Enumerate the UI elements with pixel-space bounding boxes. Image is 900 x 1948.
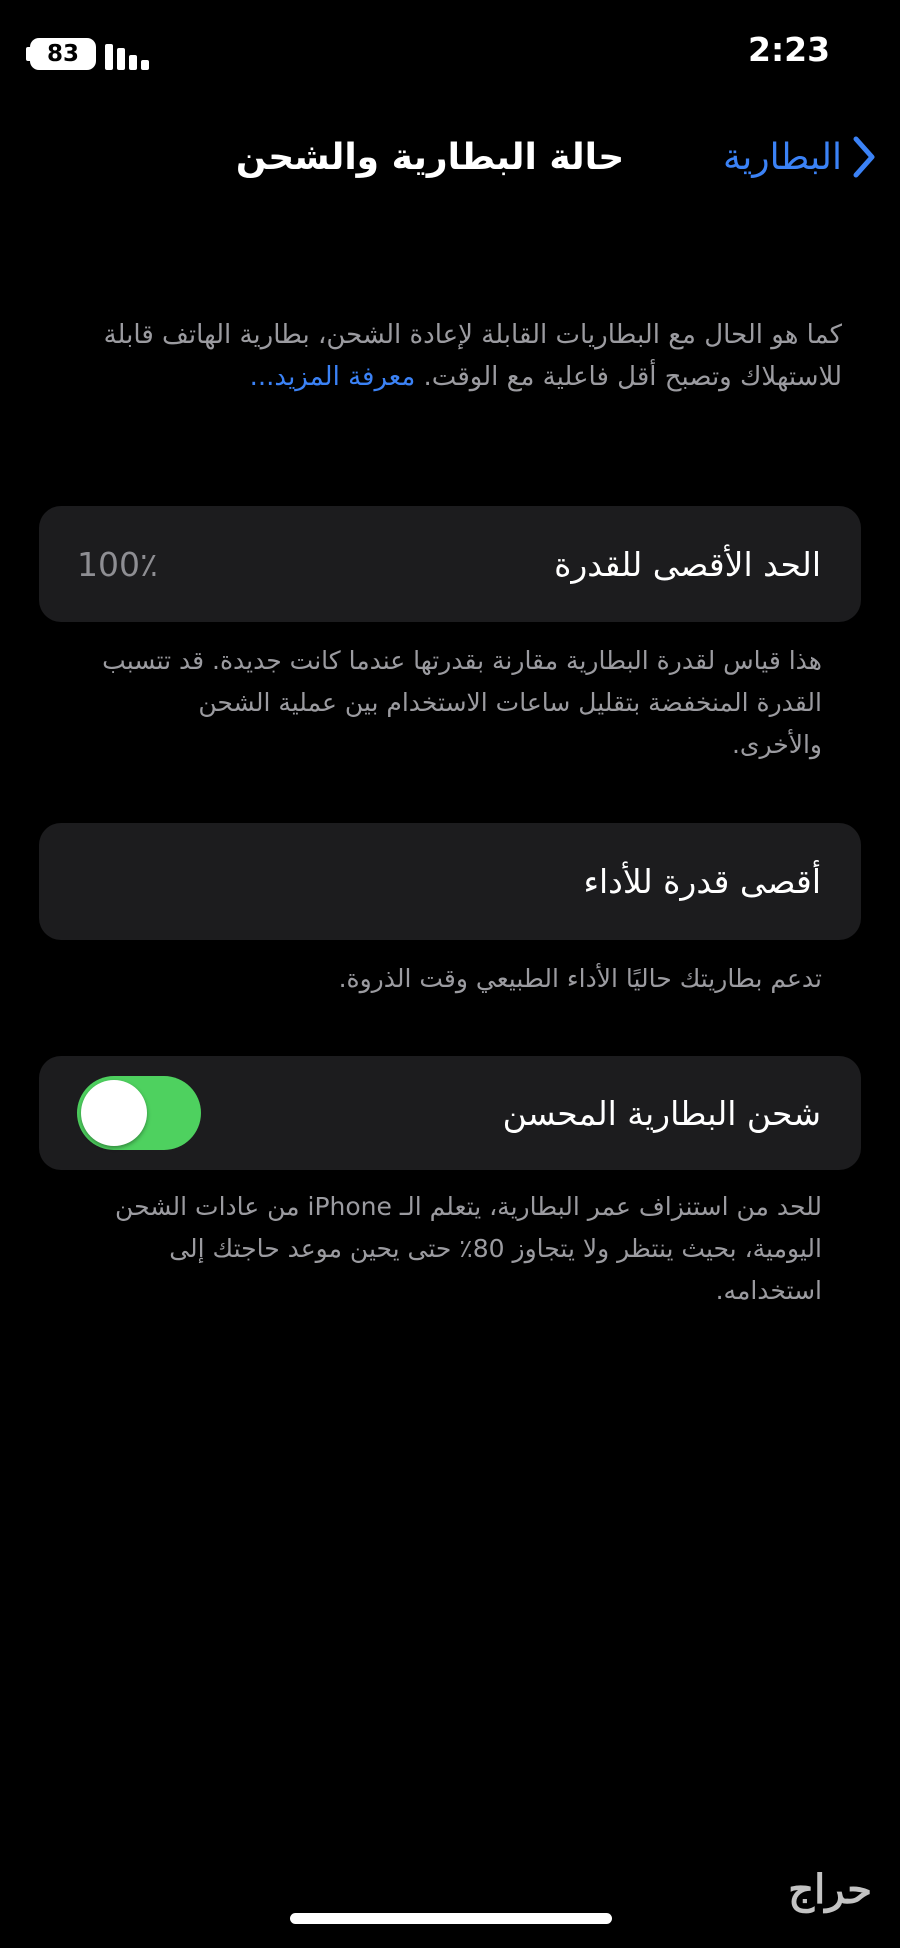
maximum-capacity-description: هذا قياس لقدرة البطارية مقارنة بقدرتها ع… xyxy=(102,646,822,759)
learn-more-link[interactable]: معرفة المزيد... xyxy=(250,362,416,392)
chevron-back-icon xyxy=(853,136,875,178)
peak-performance-description: تدعم بطاريتك حاليًا الأداء الطبيعي وقت ا… xyxy=(338,964,822,993)
battery-health-screen: 2:23 83 البطارية حالة البطارية والشحن كم… xyxy=(0,0,900,1948)
page-title: حالة البطارية والشحن xyxy=(235,137,625,178)
optimized-charging-description: للحد من استنزاف عمر البطارية، يتعلم الـ … xyxy=(115,1192,822,1305)
home-indicator[interactable] xyxy=(290,1913,612,1924)
optimized-charging-cell: شحن البطارية المحسن xyxy=(39,1056,861,1170)
back-button[interactable]: البطارية xyxy=(723,132,876,182)
maximum-capacity-value: 100٪ xyxy=(77,544,158,584)
battery-level-icon: 83 xyxy=(30,38,96,70)
intro-text: كما هو الحال مع البطاريات القابلة لإعادة… xyxy=(103,320,842,392)
toggle-knob xyxy=(81,1080,147,1146)
optimized-charging-toggle[interactable] xyxy=(77,1076,201,1150)
maximum-capacity-label: الحد الأقصى للقدرة xyxy=(554,544,821,584)
status-time: 2:23 xyxy=(748,30,831,69)
haraj-watermark: حراج xyxy=(788,1866,872,1913)
maximum-capacity-cell: الحد الأقصى للقدرة 100٪ xyxy=(39,506,861,622)
peak-performance-label: أقصى قدرة للأداء xyxy=(583,862,822,901)
optimized-charging-label: شحن البطارية المحسن xyxy=(502,1093,821,1133)
cellular-signal-icon xyxy=(105,42,151,70)
back-button-label: البطارية xyxy=(722,136,842,178)
intro-text-block: كما هو الحال مع البطاريات القابلة لإعادة… xyxy=(52,314,842,398)
peak-performance-cell: أقصى قدرة للأداء xyxy=(39,823,861,940)
